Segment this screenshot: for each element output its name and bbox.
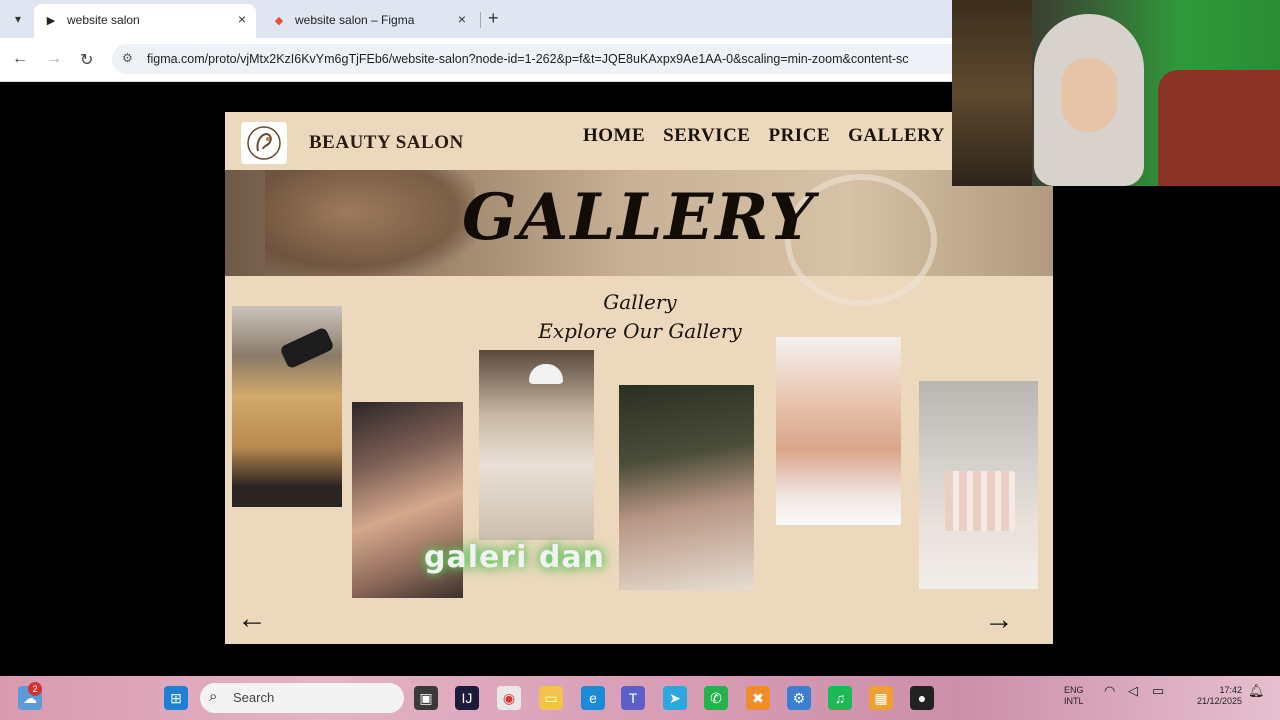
site-header: BEAUTY SALON HOME SERVICE PRICE GALLERY … [225,112,1053,170]
gallery-photo-pedicure[interactable] [619,385,754,590]
spotify-icon[interactable]: ♫ [828,686,852,710]
gallery-heading-line2: Explore Our Gallery [538,319,742,343]
gallery-heading-line1: Gallery [603,290,677,314]
gallery-photo-hair[interactable] [232,306,342,507]
tab-title: website salon – Figma [295,13,415,27]
video-caption: galeri dan [424,540,605,575]
brand-name: BEAUTY SALON [309,132,464,153]
app-grid-icon[interactable]: ▦ [869,686,893,710]
search-label: Search [233,690,275,705]
volume-icon[interactable]: ◁ [1128,684,1138,697]
teams-icon[interactable]: T [621,686,645,710]
network-app-icon[interactable]: ⚙ [787,686,811,710]
gallery-photo-cosmetics[interactable] [919,381,1038,589]
nav-home[interactable]: HOME [583,125,645,147]
tab-search-chevron-icon[interactable]: ▾ [8,9,28,29]
tab-close-icon[interactable]: × [458,11,466,27]
salon-logo-icon[interactable] [241,122,287,164]
arrow-right-icon[interactable]: → [979,600,1019,640]
obs-icon[interactable]: ● [910,686,934,710]
back-icon[interactable]: ← [12,50,28,68]
play-favicon-icon: ▶ [46,15,56,27]
language-bottom: INTL [1064,696,1084,706]
intellij-icon[interactable]: IJ [455,686,479,710]
gallery-photo-massage[interactable] [776,337,901,525]
chrome-icon[interactable]: ◉ [497,686,521,710]
clock-date: 21/12/2025 [1196,696,1242,706]
telegram-icon[interactable]: ➤ [663,686,687,710]
tab-website-salon[interactable]: ▶ website salon × [34,4,256,38]
arrow-left-icon[interactable]: ← [232,599,272,639]
nav-price[interactable]: PRICE [768,125,830,147]
windows-taskbar: ☁ 2 ⊞ ⌕ Search ▣ IJ ◉ ▭ e T ➤ ✆ ✖ ⚙ ♫ ▦ … [0,676,1280,720]
site-settings-icon[interactable]: ⚙ [122,51,133,65]
language-top: ENG [1064,685,1084,695]
forward-icon[interactable]: → [46,50,62,68]
tab-close-icon[interactable]: × [238,11,246,27]
site-nav: HOME SERVICE PRICE GALLERY C [583,125,977,147]
gallery-banner: GALLERY [225,170,1053,306]
gallery-heading: Gallery Explore Our Gallery [485,288,795,346]
url-field[interactable]: ⚙ figma.com/proto/vjMtx2KzI6KvYm6gTjFEb6… [112,44,972,74]
prototype-frame: BEAUTY SALON HOME SERVICE PRICE GALLERY … [225,112,1053,644]
webcam-person [1014,14,1164,186]
nav-gallery[interactable]: GALLERY [848,125,945,147]
webcam-face [1061,58,1117,132]
windows-start-icon[interactable]: ⊞ [164,686,188,710]
webcam-overlay [952,0,1280,186]
clock-time: 17:42 [1219,685,1242,695]
task-view-icon[interactable]: ▣ [414,686,438,710]
search-icon: ⌕ [209,688,218,705]
banner-title: GALLERY [462,180,816,255]
edge-icon[interactable]: e [581,686,605,710]
notification-bell-icon[interactable]: 🔔︎ [1248,684,1265,697]
figma-favicon-icon: ◆ [274,15,284,27]
file-explorer-icon[interactable]: ▭ [539,686,563,710]
battery-icon[interactable]: ▭ [1152,684,1164,697]
gallery-photo-manicure[interactable] [479,350,594,540]
nav-service[interactable]: SERVICE [663,125,750,147]
tab-title: website salon [67,13,140,27]
wifi-icon[interactable]: ◠ [1104,684,1115,697]
notification-badge: 2 [28,682,42,696]
xampp-icon[interactable]: ✖ [746,686,770,710]
new-tab-icon[interactable]: + [488,8,499,29]
clock[interactable]: 17:42 21/12/2025 [1180,685,1242,707]
tab-divider [480,12,481,28]
reload-icon[interactable]: ↻ [80,50,93,70]
whatsapp-icon[interactable]: ✆ [704,686,728,710]
taskbar-search[interactable]: ⌕ Search [200,683,404,713]
language-indicator[interactable]: ENG INTL [1064,685,1084,707]
url-text[interactable]: figma.com/proto/vjMtx2KzI6KvYm6gTjFEb6/w… [147,52,962,66]
tab-figma[interactable]: ◆ website salon – Figma × [262,4,476,38]
webcam-sofa [1158,70,1280,186]
